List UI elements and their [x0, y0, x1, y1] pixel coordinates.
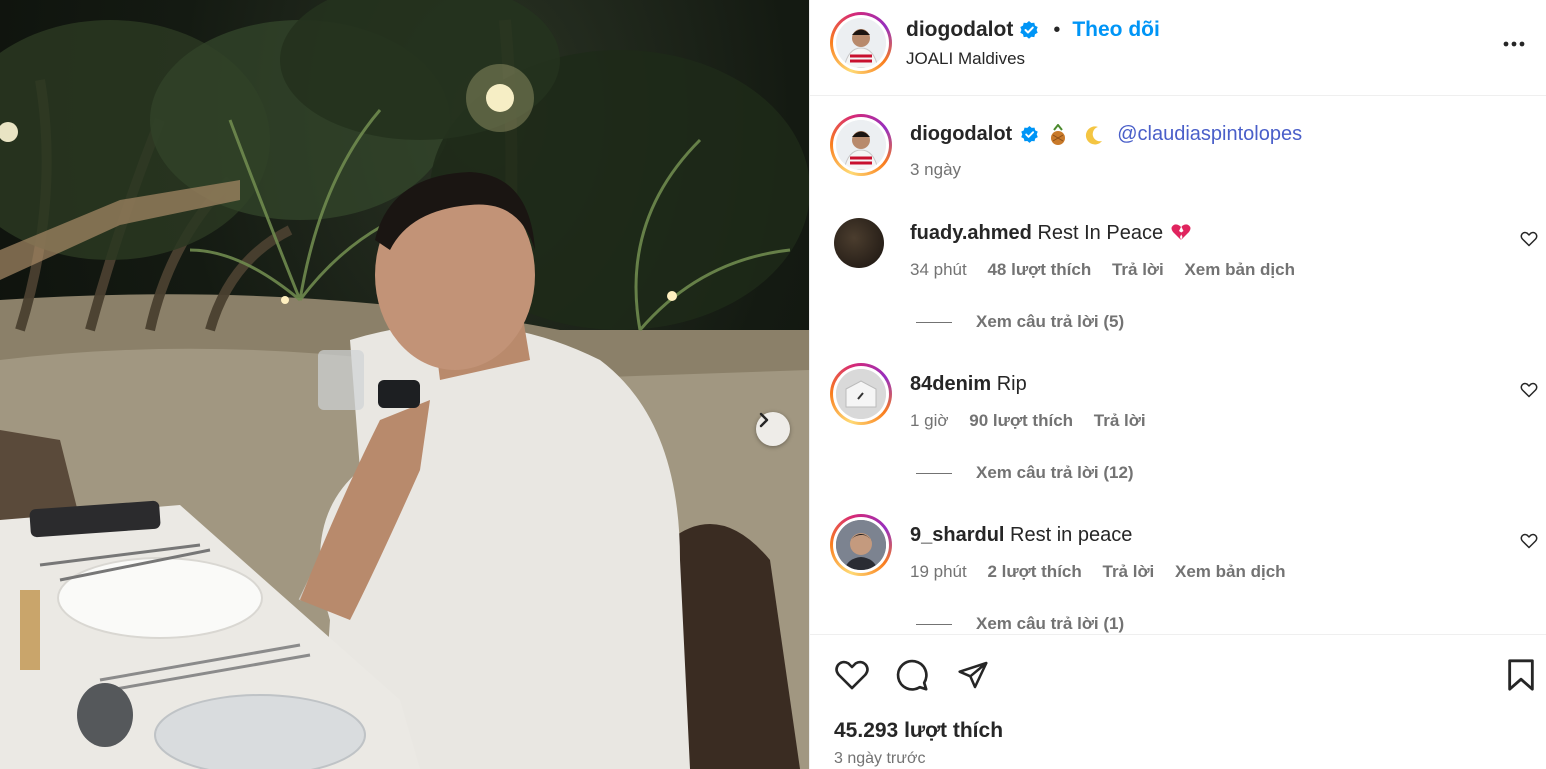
- commenter-avatar[interactable]: [830, 363, 892, 425]
- commenter-avatar-image: [836, 369, 886, 419]
- commenter-avatar[interactable]: [834, 218, 884, 268]
- translate-button[interactable]: Xem bản dịch: [1175, 562, 1286, 581]
- comment-like-count[interactable]: 2 lượt thích: [987, 562, 1081, 581]
- comment-like-heart-icon[interactable]: [1520, 382, 1538, 398]
- author-username[interactable]: diogodalot: [906, 18, 1013, 42]
- comment-text: Rest in peace: [1010, 524, 1133, 546]
- commenter-avatar-image: [836, 520, 886, 570]
- chevron-right-icon: [759, 412, 769, 428]
- comment-text: Rest In Peace: [1037, 222, 1164, 244]
- view-replies-button[interactable]: Xem câu trả lời (12): [916, 463, 1134, 483]
- comment-timestamp: 34 phút: [910, 260, 967, 279]
- author-avatar-image: [836, 18, 886, 68]
- post-timestamp[interactable]: 3 ngày trước: [834, 750, 925, 768]
- reply-button[interactable]: Trả lời: [1112, 260, 1164, 279]
- follow-button[interactable]: Theo dõi: [1072, 18, 1160, 42]
- comment-like-count[interactable]: 90 lượt thích: [969, 411, 1073, 430]
- pineapple-emoji-icon: [1051, 123, 1066, 145]
- comment-timestamp: 1 giờ: [910, 411, 949, 430]
- verified-badge-icon: [1020, 21, 1039, 39]
- crescent-moon-emoji-icon: [1086, 125, 1103, 144]
- comment-like-heart-icon[interactable]: [1520, 231, 1538, 247]
- replies-divider-line: [916, 321, 952, 323]
- bookmark-icon[interactable]: [1506, 658, 1536, 692]
- reply-button[interactable]: Trả lời: [1103, 562, 1155, 581]
- post-details-panel: diogodalot • Theo dõi JOALI Maldives dio…: [809, 0, 1546, 769]
- view-replies-label: Xem câu trả lời (12): [976, 463, 1134, 482]
- separator-dot: •: [1053, 18, 1061, 41]
- view-replies-label: Xem câu trả lời (1): [976, 614, 1125, 633]
- replies-divider-line: [916, 472, 952, 474]
- post-actions: 45.293 lượt thích 3 ngày trước: [810, 634, 1546, 769]
- caption-avatar[interactable]: [830, 114, 892, 176]
- commenter-avatar[interactable]: [830, 514, 892, 576]
- view-replies-label: Xem câu trả lời (5): [976, 312, 1125, 331]
- replies-divider-line: [916, 623, 952, 625]
- comment-like-count[interactable]: 48 lượt thích: [987, 260, 1091, 279]
- comment-username[interactable]: 84denim: [910, 373, 991, 395]
- caption-mention-link[interactable]: @claudiaspintolopes: [1117, 123, 1302, 146]
- view-replies-button[interactable]: Xem câu trả lời (5): [916, 312, 1124, 332]
- comment-icon[interactable]: [895, 658, 929, 692]
- broken-heart-emoji-icon: [1171, 224, 1191, 240]
- view-replies-button[interactable]: Xem câu trả lời (1): [916, 614, 1124, 634]
- comment-username[interactable]: 9_shardul: [910, 524, 1004, 546]
- post-header: diogodalot • Theo dõi JOALI Maldives: [810, 0, 1546, 96]
- translate-button[interactable]: Xem bản dịch: [1184, 260, 1295, 279]
- comment-like-heart-icon[interactable]: [1520, 533, 1538, 549]
- post-photo[interactable]: [0, 0, 809, 769]
- verified-badge-icon: [1021, 125, 1038, 143]
- post-like-count[interactable]: 45.293 lượt thích: [834, 719, 1003, 743]
- caption-timestamp: 3 ngày: [910, 160, 962, 179]
- next-photo-button[interactable]: [756, 412, 790, 446]
- heart-icon[interactable]: [834, 659, 870, 691]
- caption-username[interactable]: diogodalot: [910, 123, 1012, 146]
- reply-button[interactable]: Trả lời: [1094, 411, 1146, 430]
- comment-timestamp: 19 phút: [910, 562, 967, 581]
- comment-username[interactable]: fuady.ahmed: [910, 222, 1032, 244]
- author-avatar[interactable]: [830, 12, 892, 74]
- send-icon[interactable]: [956, 659, 990, 691]
- post-photo-scene: [0, 0, 809, 769]
- comment-text: Rip: [996, 373, 1027, 395]
- comments-list[interactable]: diogodalot @claudiaspintolopes 3 ngày fu…: [810, 97, 1546, 634]
- post-location[interactable]: JOALI Maldives: [906, 49, 1025, 69]
- caption-avatar-image: [836, 120, 886, 170]
- more-options-icon[interactable]: [1502, 34, 1526, 54]
